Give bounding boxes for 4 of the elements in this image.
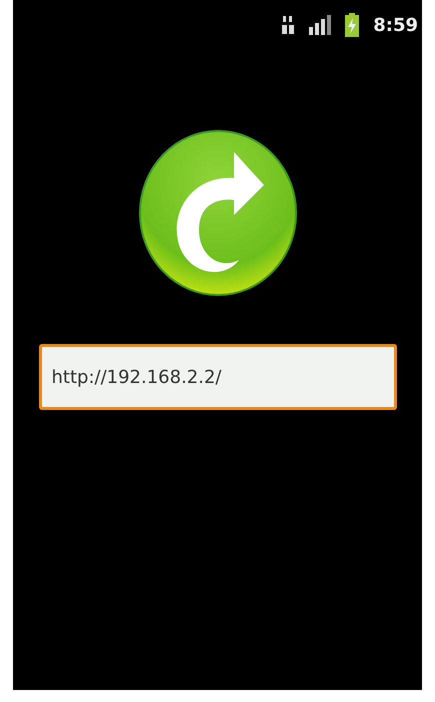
battery-charging-icon bbox=[345, 13, 360, 37]
signal-icon bbox=[309, 15, 332, 35]
url-input-field[interactable]: http://192.168.2.2/ bbox=[38, 344, 396, 410]
clock-time: 8:59 bbox=[373, 14, 418, 36]
